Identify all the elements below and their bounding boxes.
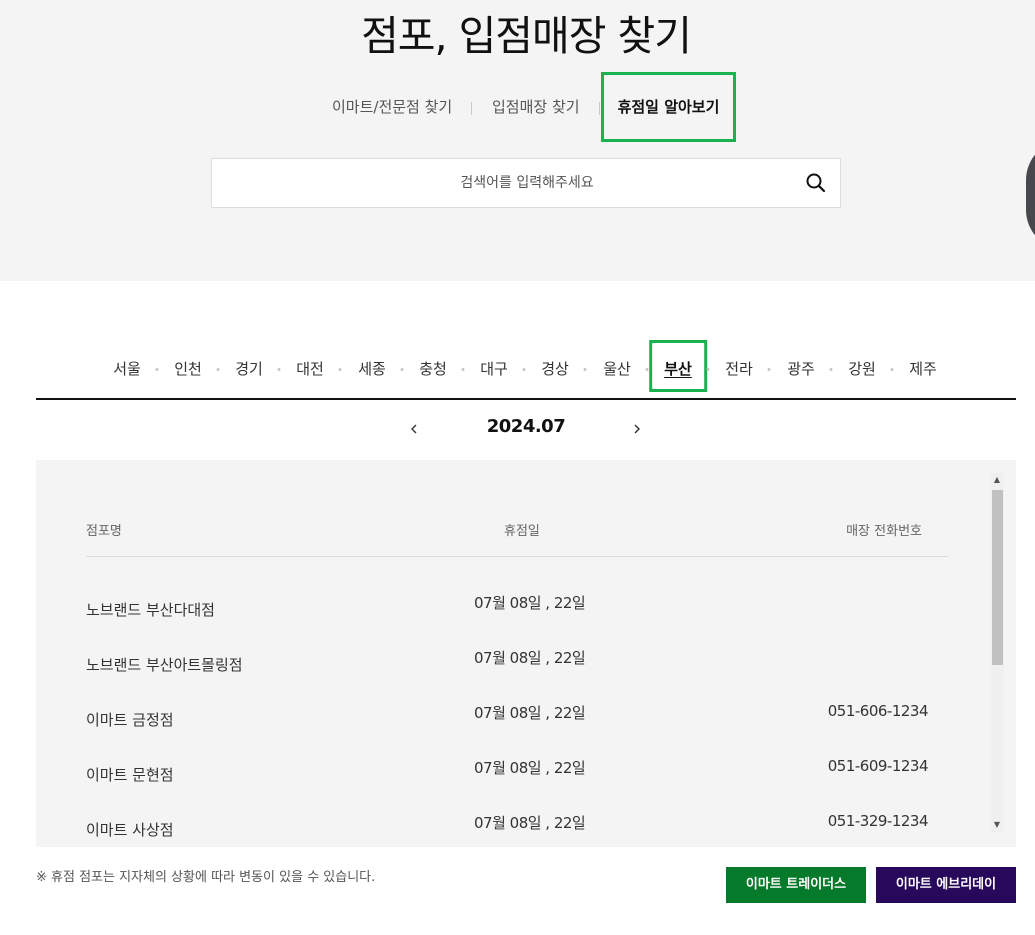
region-tab-gwangju[interactable]: 광주 <box>787 340 815 392</box>
region-tab-ulsan[interactable]: 울산 <box>603 340 631 392</box>
region-separator <box>216 368 220 371</box>
region-separator <box>706 368 710 371</box>
region-separator <box>767 368 771 371</box>
header-section: 점포, 입점매장 찾기 이마트/전문점 찾기 입점매장 찾기 휴점일 알아보기 <box>0 0 1035 281</box>
table-header: 점포명 휴점일 매장 전화번호 <box>86 460 948 557</box>
chevron-right-icon <box>634 424 640 434</box>
page-title: 점포, 입점매장 찾기 <box>361 12 692 60</box>
region-separator <box>461 368 465 371</box>
month-navigator: 2024.07 <box>0 410 1035 450</box>
header-closed-days: 휴점일 <box>504 524 540 539</box>
store-name: 이마트 금정점 <box>86 711 174 729</box>
header-phone: 매장 전화번호 <box>846 524 922 539</box>
region-tab-daegu[interactable]: 대구 <box>480 340 508 392</box>
store-name: 노브랜드 부산아트몰링점 <box>86 656 243 674</box>
closed-days: 07월 08일 , 22일 <box>474 759 586 777</box>
emart-traders-button[interactable]: 이마트 트레이더스 <box>726 867 866 903</box>
scroll-thumb[interactable] <box>992 490 1003 665</box>
table-row: 이마트 문현점 07월 08일 , 22일 051-609-1234 <box>86 747 948 802</box>
prev-month-button[interactable] <box>404 418 424 440</box>
region-tab-gangwon[interactable]: 강원 <box>848 340 876 392</box>
header-store-name: 점포명 <box>86 524 122 539</box>
closed-days: 07월 08일 , 22일 <box>474 814 586 832</box>
region-tab-incheon[interactable]: 인천 <box>174 340 202 392</box>
region-tab-jeolla[interactable]: 전라 <box>725 340 753 392</box>
closed-days: 07월 08일 , 22일 <box>474 649 586 667</box>
tab-tenant-search[interactable]: 입점매장 찾기 <box>492 72 580 142</box>
region-tab-gyeongsang[interactable]: 경상 <box>541 340 569 392</box>
region-tabs: 서울 인천 경기 대전 세종 충청 대구 경상 울산 부산 전라 광주 강원 제… <box>36 340 1016 398</box>
region-tab-jeju[interactable]: 제주 <box>909 340 937 392</box>
region-tab-chungcheong[interactable]: 충청 <box>419 340 447 392</box>
search-icon <box>806 173 826 193</box>
region-separator <box>890 368 894 371</box>
region-separator <box>583 368 587 371</box>
emart-everyday-button[interactable]: 이마트 에브리데이 <box>876 867 1016 903</box>
store-phone: 051-606-1234 <box>827 702 929 720</box>
region-tab-busan-label: 부산 <box>664 360 692 378</box>
table-row: 노브랜드 부산다대점 07월 08일 , 22일 <box>86 582 948 637</box>
region-separator <box>400 368 404 371</box>
search-button[interactable] <box>802 169 830 197</box>
closed-days-table: 점포명 휴점일 매장 전화번호 노브랜드 부산다대점 07월 08일 , 22일… <box>36 460 1016 847</box>
table-row: 이마트 사상점 07월 08일 , 22일 051-329-1234 <box>86 802 948 847</box>
region-separator <box>338 368 342 371</box>
search-input[interactable] <box>212 159 792 207</box>
store-name: 이마트 문현점 <box>86 766 174 784</box>
tab-bar: 이마트/전문점 찾기 입점매장 찾기 휴점일 알아보기 <box>0 72 1035 142</box>
closed-days: 07월 08일 , 22일 <box>474 704 586 722</box>
region-tab-sejong[interactable]: 세종 <box>358 340 386 392</box>
store-phone: 051-329-1234 <box>827 812 929 830</box>
closed-days: 07월 08일 , 22일 <box>474 594 586 612</box>
tab-store-search[interactable]: 이마트/전문점 찾기 <box>332 72 452 142</box>
table-row: 노브랜드 부산아트몰링점 07월 08일 , 22일 <box>86 637 948 692</box>
tab-divider <box>471 102 472 115</box>
region-separator <box>155 368 159 371</box>
region-tab-busan[interactable]: 부산 <box>649 340 707 392</box>
current-month: 2024.07 <box>486 416 566 437</box>
scroll-up-arrow-icon[interactable]: ▲ <box>990 473 1004 487</box>
region-tab-daejeon[interactable]: 대전 <box>296 340 324 392</box>
next-month-button[interactable] <box>627 418 647 440</box>
store-name: 노브랜드 부산다대점 <box>86 601 215 619</box>
region-separator <box>522 368 526 371</box>
table-row: 이마트 금정점 07월 08일 , 22일 051-606-1234 <box>86 692 948 747</box>
region-separator <box>277 368 281 371</box>
region-tab-seoul[interactable]: 서울 <box>113 340 141 392</box>
chevron-left-icon <box>411 424 417 434</box>
region-tab-gyeonggi[interactable]: 경기 <box>235 340 263 392</box>
region-separator <box>645 368 649 371</box>
table-scrollbar[interactable]: ▲ ▼ <box>990 473 1004 832</box>
scroll-down-arrow-icon[interactable]: ▼ <box>990 818 1004 832</box>
closure-notice: ※ 휴점 점포는 지자체의 상황에 따라 변동이 있을 수 있습니다. <box>36 870 376 885</box>
tab-divider <box>599 102 600 115</box>
tab-closed-days[interactable]: 휴점일 알아보기 <box>601 72 736 142</box>
region-separator <box>829 368 833 371</box>
store-phone: 051-609-1234 <box>827 757 929 775</box>
store-name: 이마트 사상점 <box>86 821 174 839</box>
region-tabs-underline <box>36 398 1016 400</box>
search-box <box>211 158 841 208</box>
